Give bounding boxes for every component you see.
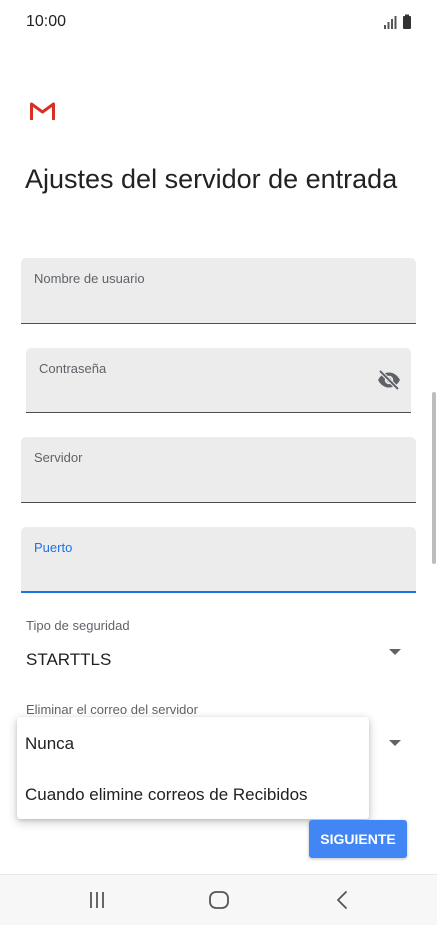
username-field[interactable]: Nombre de usuario xyxy=(21,258,416,324)
signal-battery-icon xyxy=(384,14,411,29)
username-label: Nombre de usuario xyxy=(34,271,145,286)
status-bar: 10:00 xyxy=(0,0,437,44)
server-field[interactable]: Servidor xyxy=(21,437,416,503)
delete-mail-dropdown-icon[interactable] xyxy=(389,740,401,746)
back-icon[interactable] xyxy=(328,887,356,913)
security-type-label: Tipo de seguridad xyxy=(26,618,130,633)
visibility-off-icon[interactable] xyxy=(377,369,401,391)
page-title: Ajustes del servidor de entrada xyxy=(25,164,398,195)
port-field[interactable]: Puerto xyxy=(21,527,416,593)
delete-mail-label: Eliminar el correo del servidor xyxy=(26,702,198,717)
menu-option-when-deleted-inbox[interactable]: Cuando elimine correos de Recibidos xyxy=(25,785,308,805)
status-time: 10:00 xyxy=(26,13,67,30)
scrollbar[interactable] xyxy=(432,392,436,564)
menu-option-never[interactable]: Nunca xyxy=(25,734,74,754)
gmail-icon xyxy=(30,102,55,120)
navigation-bar xyxy=(0,874,437,925)
home-icon[interactable] xyxy=(205,887,233,913)
next-button[interactable]: SIGUIENTE xyxy=(309,820,407,858)
recents-icon[interactable] xyxy=(83,887,111,913)
delete-mail-dropdown-menu: Nunca Cuando elimine correos de Recibido… xyxy=(17,717,369,819)
port-label: Puerto xyxy=(34,540,73,555)
server-label: Servidor xyxy=(34,450,83,465)
security-dropdown-icon[interactable] xyxy=(389,649,401,655)
password-field[interactable]: Contraseña xyxy=(26,348,411,413)
password-label: Contraseña xyxy=(39,361,107,376)
security-type-select[interactable]: STARTTLS xyxy=(26,650,111,670)
